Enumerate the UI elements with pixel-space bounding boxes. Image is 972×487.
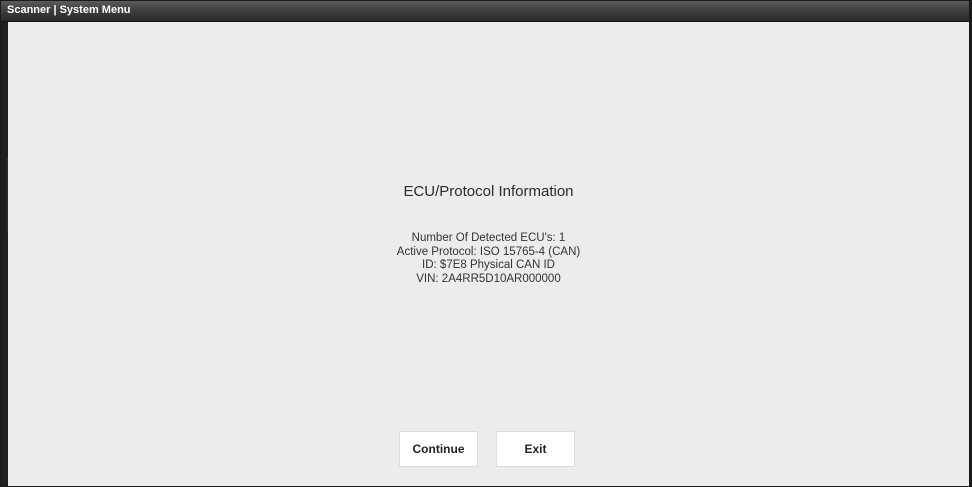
detected-ecus-text: Number Of Detected ECU's: 1: [411, 232, 566, 244]
main-panel: ECU/Protocol Information Number Of Detec…: [8, 22, 969, 486]
left-edge-bar: [1, 22, 8, 486]
continue-button[interactable]: Continue: [399, 431, 478, 467]
page-title: ECU/Protocol Information: [403, 183, 574, 200]
exit-button[interactable]: Exit: [496, 431, 575, 467]
ecu-info-block: Number Of Detected ECU's: 1 Active Proto…: [8, 232, 969, 286]
scanner-window: Scanner | System Menu ECU/Protocol Infor…: [0, 0, 972, 487]
active-protocol-text: Active Protocol: ISO 15765-4 (CAN): [396, 245, 581, 258]
title-bar: Scanner | System Menu: [1, 1, 969, 22]
can-id-text: ID: $7E8 Physical CAN ID: [422, 259, 555, 271]
window-title: Scanner | System Menu: [7, 4, 131, 16]
vin-text: VIN: 2A4RR5D10AR000000: [416, 272, 561, 285]
